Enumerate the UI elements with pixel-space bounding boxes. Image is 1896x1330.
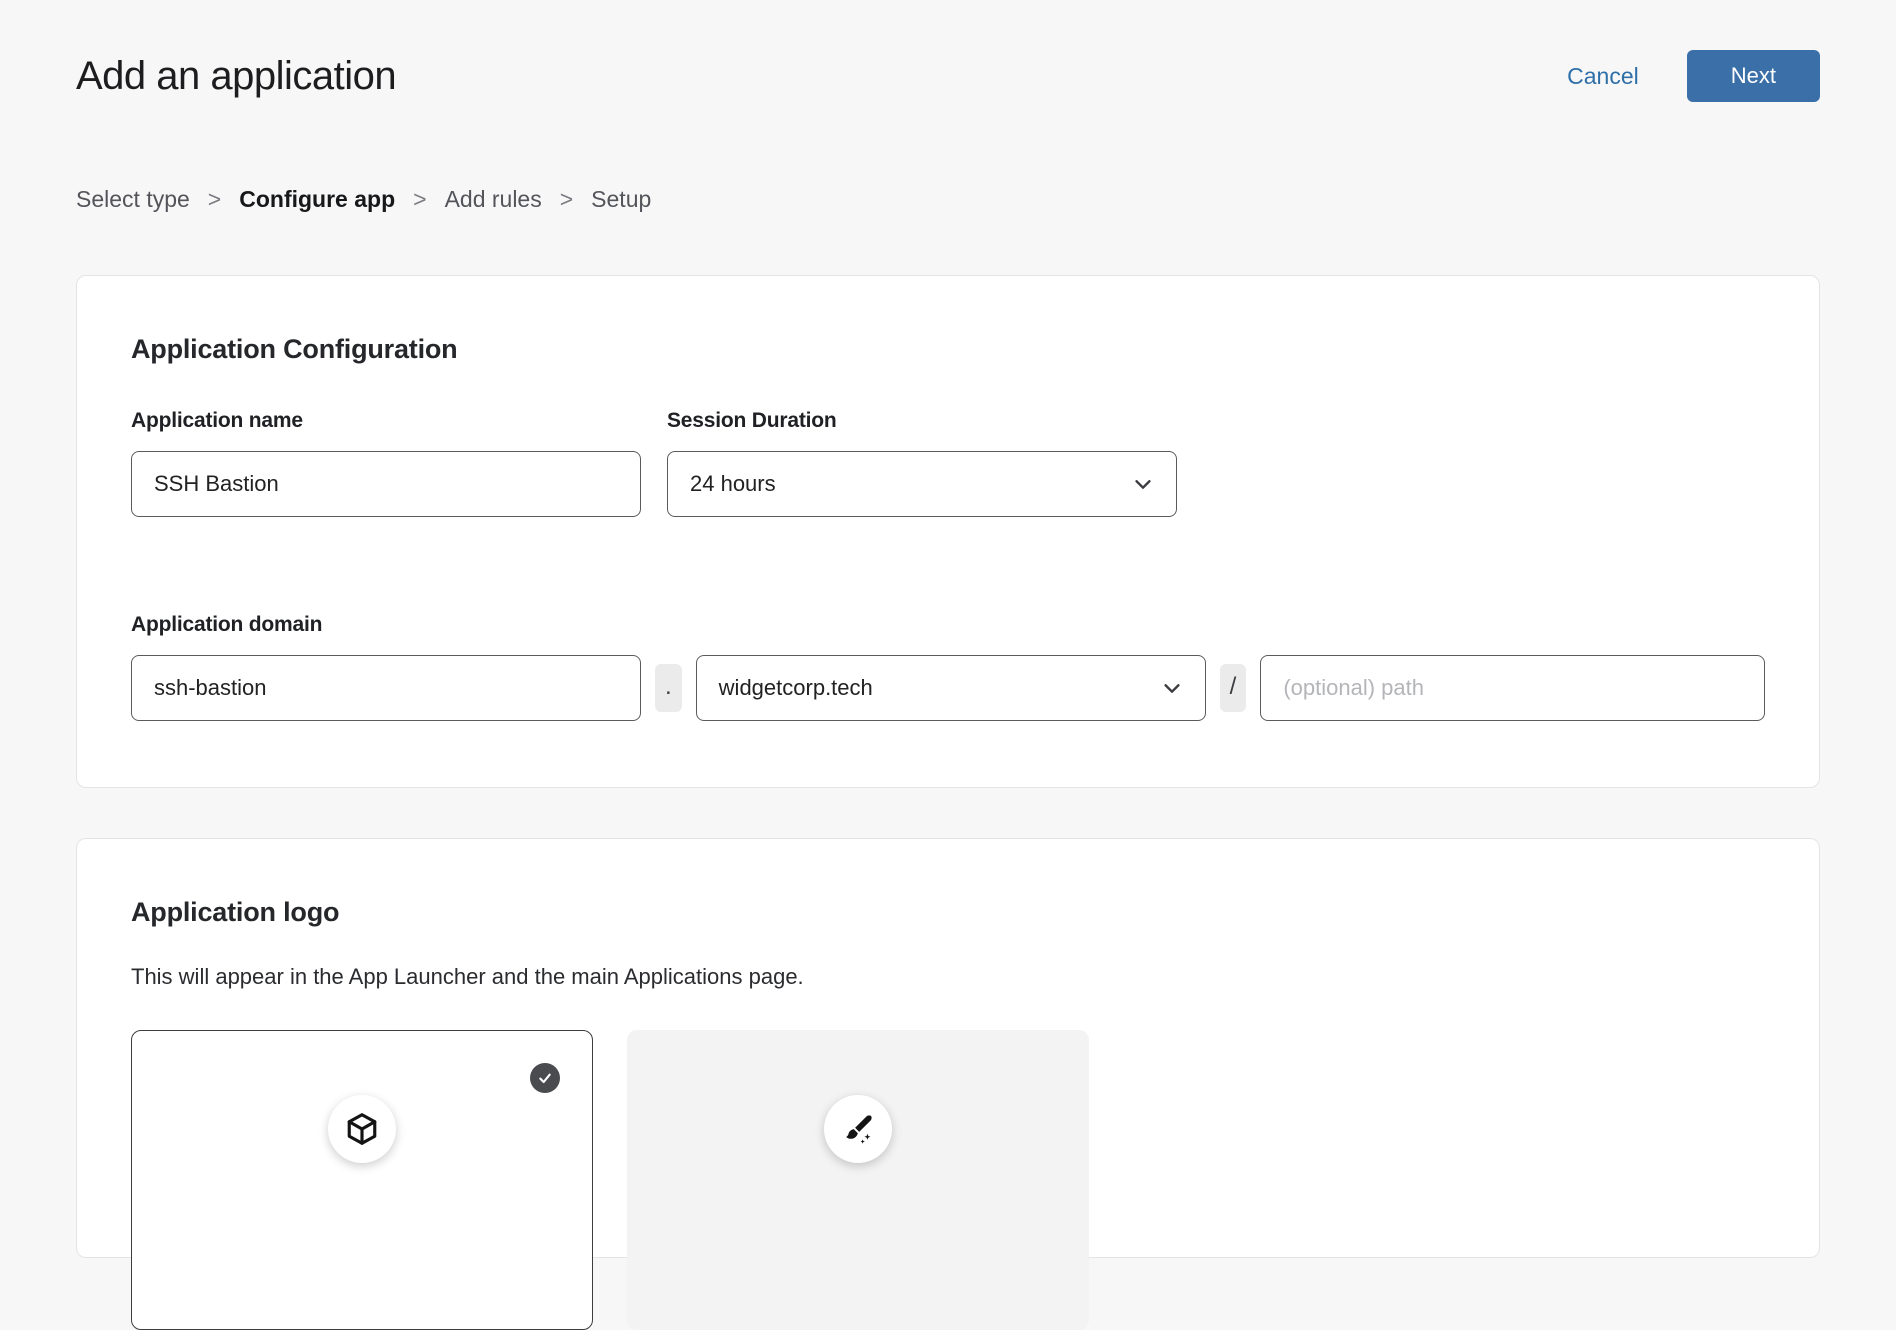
- header-actions: Cancel Next: [1567, 50, 1820, 102]
- session-duration-select[interactable]: 24 hours: [667, 451, 1177, 517]
- step-configure-app[interactable]: Configure app: [239, 186, 395, 213]
- breadcrumb-separator: >: [413, 186, 426, 213]
- slash-separator: /: [1220, 664, 1247, 712]
- chevron-down-icon: [1132, 473, 1154, 495]
- application-name-input[interactable]: [131, 451, 641, 517]
- selected-check-badge: [530, 1063, 560, 1093]
- step-select-type[interactable]: Select type: [76, 186, 190, 213]
- path-input[interactable]: [1260, 655, 1765, 721]
- subdomain-field-group: [131, 655, 641, 721]
- application-name-field-group: Application name: [131, 409, 641, 517]
- session-duration-value: 24 hours: [690, 471, 776, 497]
- chevron-down-icon: [1161, 677, 1183, 699]
- page-header: Add an application Cancel Next: [76, 50, 1820, 102]
- step-setup[interactable]: Setup: [591, 186, 651, 213]
- subdomain-input[interactable]: [131, 655, 641, 721]
- application-name-label: Application name: [131, 409, 641, 433]
- application-domain-label: Application domain: [131, 613, 1765, 637]
- domain-field-group: widgetcorp.tech: [696, 655, 1206, 721]
- logo-options: [131, 1030, 1765, 1330]
- application-domain-row: . widgetcorp.tech /: [131, 655, 1765, 721]
- logo-card-description: This will appear in the App Launcher and…: [131, 964, 1765, 990]
- breadcrumb: Select type > Configure app > Add rules …: [76, 186, 1820, 213]
- check-icon: [537, 1070, 553, 1086]
- domain-value: widgetcorp.tech: [719, 675, 873, 701]
- cube-icon: [344, 1111, 380, 1147]
- logo-option-custom[interactable]: [627, 1030, 1089, 1330]
- cancel-button[interactable]: Cancel: [1567, 63, 1639, 90]
- configuration-card-title: Application Configuration: [131, 334, 1765, 365]
- page-title: Add an application: [76, 54, 396, 99]
- next-button[interactable]: Next: [1687, 50, 1820, 102]
- dot-separator: .: [655, 664, 682, 712]
- logo-option-default[interactable]: [131, 1030, 593, 1330]
- breadcrumb-separator: >: [208, 186, 221, 213]
- default-logo-circle: [328, 1095, 396, 1163]
- breadcrumb-separator: >: [560, 186, 573, 213]
- add-application-page: Add an application Cancel Next Select ty…: [0, 0, 1896, 1258]
- application-configuration-card: Application Configuration Application na…: [76, 275, 1820, 788]
- application-logo-card: Application logo This will appear in the…: [76, 838, 1820, 1258]
- application-domain-section: Application domain . widgetcorp.tech /: [131, 613, 1765, 721]
- session-duration-field-group: Session Duration 24 hours: [667, 409, 1177, 517]
- session-duration-label: Session Duration: [667, 409, 1177, 433]
- domain-select[interactable]: widgetcorp.tech: [696, 655, 1206, 721]
- step-add-rules[interactable]: Add rules: [445, 186, 542, 213]
- paintbrush-icon: [840, 1111, 876, 1147]
- logo-card-title: Application logo: [131, 897, 1765, 928]
- custom-logo-circle: [824, 1095, 892, 1163]
- name-duration-row: Application name Session Duration 24 hou…: [131, 409, 1765, 517]
- path-field-group: [1260, 655, 1765, 721]
